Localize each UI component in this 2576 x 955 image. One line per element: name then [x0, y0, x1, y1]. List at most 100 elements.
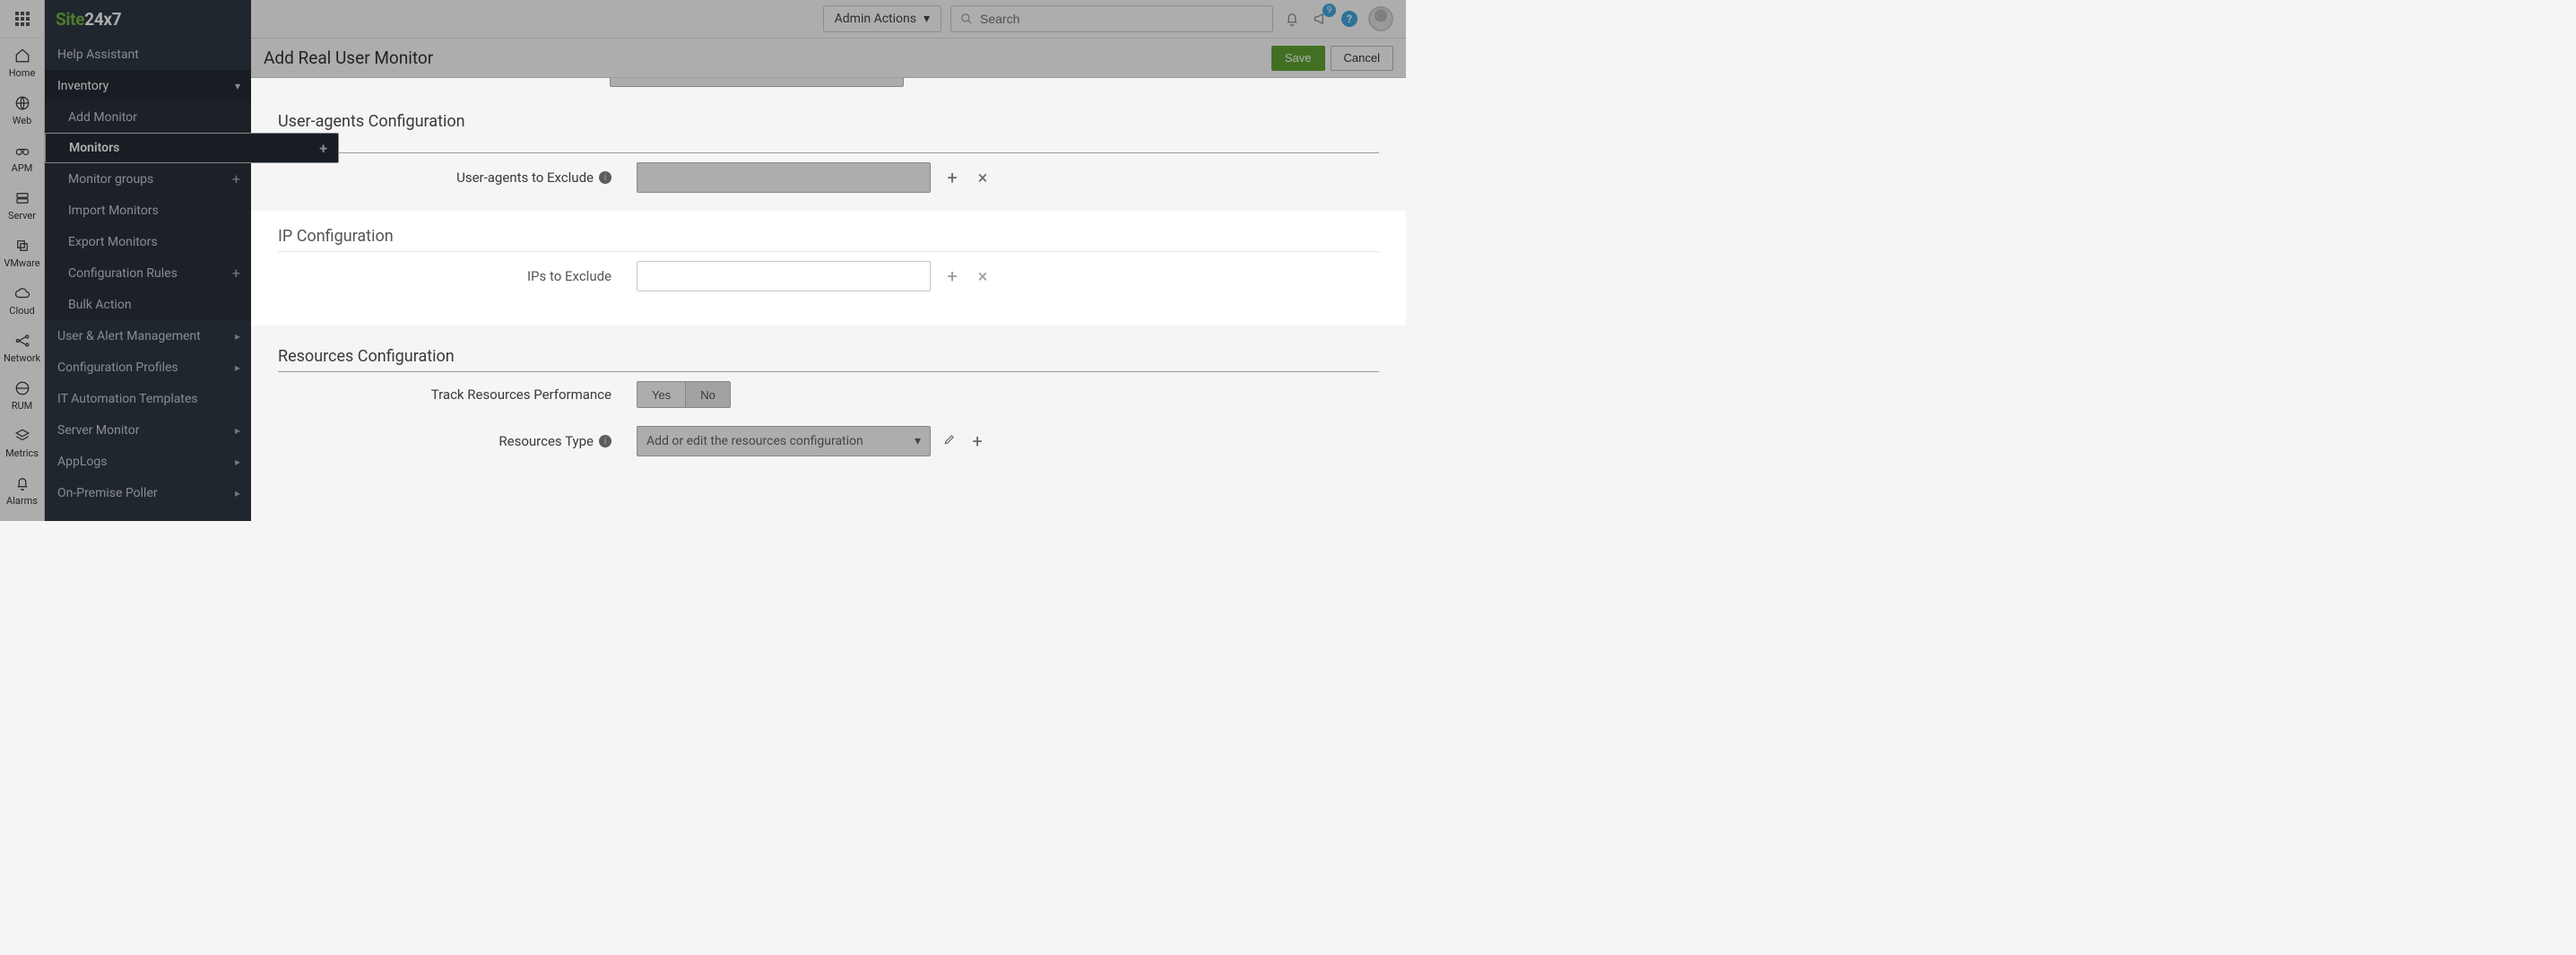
help-button[interactable]: ? [1340, 9, 1359, 29]
add-ip-button[interactable]: + [943, 265, 961, 287]
apps-launcher[interactable] [0, 0, 44, 39]
rail-network[interactable]: Network [0, 324, 44, 371]
caret-right-icon: ▸ [235, 361, 240, 374]
sidebar-monitor-groups[interactable]: Monitor groups + [45, 163, 251, 195]
rail-alarms[interactable]: Alarms [0, 466, 44, 514]
sidebar-onprem-poller[interactable]: On-Premise Poller ▸ [45, 477, 251, 508]
dropdown-label: Admin Actions [835, 12, 916, 26]
remove-user-agent-button[interactable]: × [974, 167, 992, 188]
binoculars-icon [14, 143, 30, 159]
select-value: Add or edit the resources configuration [646, 434, 863, 448]
caret-right-icon: ▸ [235, 330, 240, 343]
sidebar-label: Configuration Profiles [57, 360, 178, 375]
layers-icon [14, 428, 30, 444]
rail-apm[interactable]: APM [0, 134, 44, 181]
sidebar-server-monitor[interactable]: Server Monitor▸ [45, 414, 251, 446]
admin-actions-dropdown[interactable]: Admin Actions ▾ [823, 5, 941, 32]
search-box[interactable] [950, 5, 1273, 32]
network-icon [14, 333, 30, 349]
sidebar-label: Add Monitor [68, 110, 137, 125]
section-resources-config: Resources Configuration [278, 347, 1379, 366]
sidebar-bulk-action[interactable]: Bulk Action [45, 289, 251, 320]
section-user-agents: User-agents Configuration [278, 112, 1379, 131]
announcements[interactable]: 9 [1311, 9, 1331, 29]
page-header: Add Real User Monitor Save Cancel [251, 39, 1406, 78]
sidebar-monitors[interactable]: Monitors + [45, 133, 339, 163]
sidebar-label: Monitor groups [68, 172, 153, 187]
caret-right-icon: ▸ [235, 487, 240, 499]
sidebar-inventory[interactable]: Inventory▾ [45, 70, 251, 101]
cancel-button[interactable]: Cancel [1331, 46, 1393, 71]
plus-icon[interactable]: + [319, 140, 327, 157]
rail-vmware[interactable]: VMware [0, 229, 44, 276]
toggle-yes[interactable]: Yes [637, 382, 685, 407]
sidebar-label: AppLogs [57, 455, 107, 469]
track-resources-toggle: Yes No [637, 381, 731, 408]
cloud-icon [14, 285, 30, 301]
topbar: Admin Actions ▾ 9 ? [251, 0, 1406, 39]
rail-label: Home [9, 67, 36, 79]
input-user-agents-exclude[interactable] [637, 162, 931, 193]
search-input[interactable] [980, 12, 1263, 26]
bell-icon [14, 475, 30, 491]
bell-icon [1284, 11, 1300, 27]
sidebar-label: Monitors [69, 141, 119, 155]
sidebar-add-monitor[interactable]: Add Monitor [45, 101, 251, 133]
notifications-bell[interactable] [1282, 9, 1302, 29]
apps-icon [15, 12, 30, 26]
rail-rum[interactable]: RUM [0, 371, 44, 419]
sidebar-label: Inventory [57, 79, 108, 93]
sidebar-inventory-sub: Add Monitor Monitors + Monitor groups + Im… [45, 101, 251, 320]
pencil-icon [943, 433, 956, 446]
sidebar-it-automation[interactable]: IT Automation Templates [45, 383, 251, 414]
form-area: User-agents Configuration User-agents to… [251, 78, 1406, 521]
edit-resources-button[interactable] [943, 433, 956, 449]
rail-label: APM [12, 162, 33, 174]
sidebar-label: On-Premise Poller [57, 486, 158, 500]
caret-down-icon: ▾ [924, 12, 930, 26]
globe-icon [14, 380, 30, 396]
rail-cloud[interactable]: Cloud [0, 276, 44, 324]
rail-label: Cloud [9, 305, 34, 317]
info-icon[interactable]: i [599, 435, 611, 447]
sidebar-help-assistant[interactable]: Help Assistant [45, 39, 251, 70]
section-ip-config: IP Configuration [278, 227, 1379, 246]
rail-label: Network [4, 352, 40, 364]
sidebar-export-monitors[interactable]: Export Monitors [45, 226, 251, 257]
rail-home[interactable]: Home [0, 39, 44, 86]
sidebar-config-profiles[interactable]: Configuration Profiles ▸ [45, 352, 251, 383]
avatar[interactable] [1368, 6, 1393, 31]
select-resources-type[interactable]: Add or edit the resources configuration▾ [637, 426, 931, 456]
rail-label: Web [13, 115, 32, 126]
remove-ip-button[interactable]: × [974, 265, 992, 287]
sidebar-configuration-rules[interactable]: Configuration Rules + [45, 257, 251, 289]
sidebar-applogs[interactable]: AppLogs ▸ [45, 446, 251, 477]
input-ips-exclude[interactable] [637, 261, 931, 291]
sidebar-label: User & Alert Management [57, 329, 201, 343]
sidebar-user-alert-mgmt[interactable]: User & Alert Management ▸ [45, 320, 251, 352]
label-track-resources: Track Resources Performance [278, 386, 637, 403]
sidebar-label: Help Assistant [57, 48, 139, 62]
sidebar-import-monitors[interactable]: Import Monitors [45, 195, 251, 226]
toggle-no[interactable]: No [685, 382, 730, 407]
save-button[interactable]: Save [1271, 46, 1325, 71]
sidebar-label: Import Monitors [68, 204, 159, 218]
brand-logo: Site24x7 [45, 0, 251, 39]
rail-metrics[interactable]: Metrics [0, 419, 44, 466]
sidebar-label: Configuration Rules [68, 266, 178, 281]
rail-label: Alarms [6, 495, 38, 507]
add-resources-button[interactable]: + [968, 430, 986, 452]
rail-web[interactable]: Web [0, 86, 44, 134]
stack-icon [14, 238, 30, 254]
sidebar-label: Server Monitor [57, 423, 139, 438]
home-icon [14, 48, 30, 64]
caret-right-icon: ▸ [235, 456, 240, 468]
globe-icon [14, 95, 30, 111]
sidebar-label: IT Automation Templates [57, 392, 198, 406]
plus-icon[interactable]: + [232, 170, 240, 187]
rail-server[interactable]: Server [0, 181, 44, 229]
icon-rail: Home Web APM Server VMware Cloud Network… [0, 0, 45, 521]
info-icon[interactable]: i [599, 171, 611, 184]
add-user-agent-button[interactable]: + [943, 167, 961, 188]
plus-icon[interactable]: + [232, 265, 240, 282]
